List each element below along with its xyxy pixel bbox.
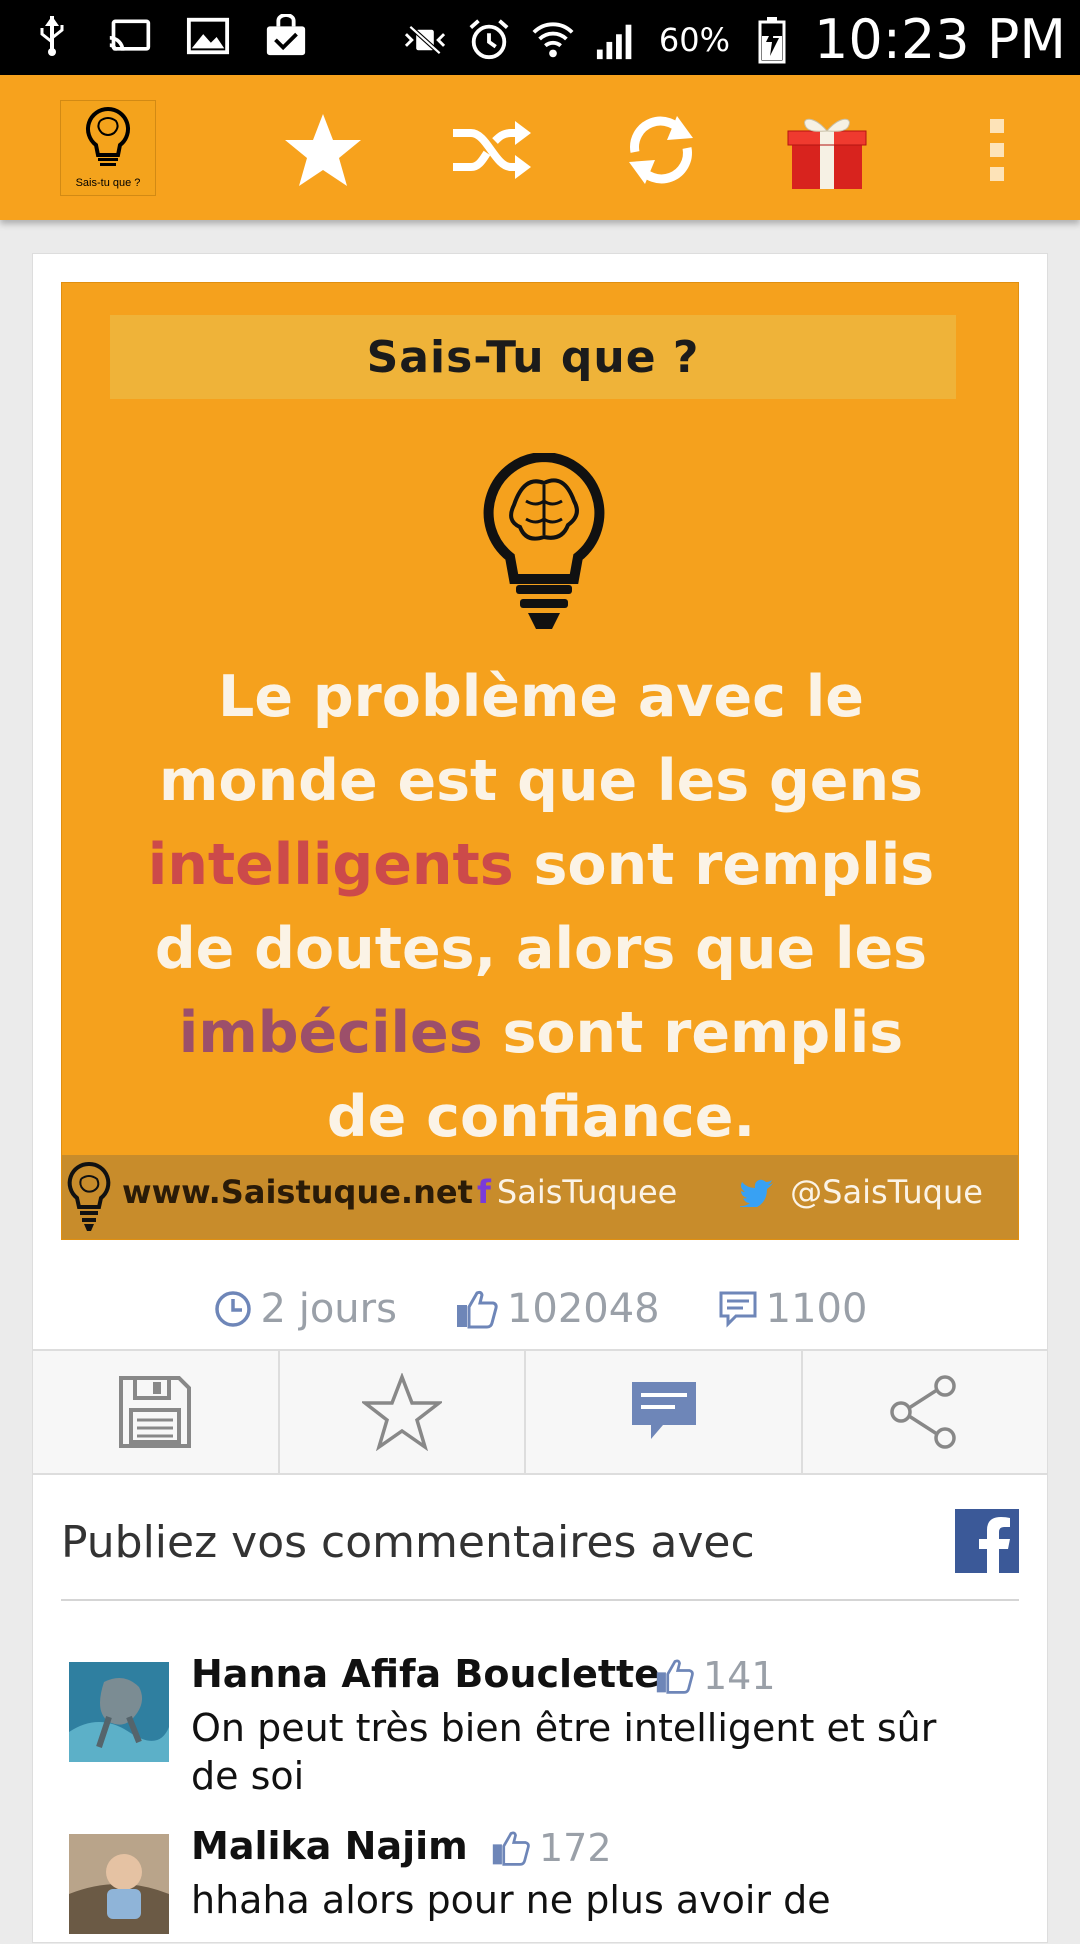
- save-button[interactable]: [33, 1351, 280, 1473]
- comment-icon: [631, 1382, 696, 1439]
- clock-icon: [214, 1291, 251, 1327]
- bag-check-icon: [264, 14, 308, 58]
- gift-icon: [787, 118, 867, 189]
- comments-heading: Publiez vos commentaires avec: [61, 1517, 755, 1568]
- post-card: Sais-Tu que ? Le problème avec le monde …: [32, 253, 1048, 1943]
- app-bar: Sais-tu que ?: [0, 75, 1080, 220]
- post-image[interactable]: Sais-Tu que ? Le problème avec le monde …: [61, 282, 1019, 1240]
- poster-quote: Le problème avec le monde est que les ge…: [82, 655, 1000, 1159]
- facebook-login-button[interactable]: [955, 1509, 1019, 1573]
- likes-stat[interactable]: 102048: [455, 1286, 660, 1332]
- shuffle-icon: [453, 121, 531, 179]
- poster-facebook: f SaisTuquee: [477, 1173, 677, 1211]
- share-icon: [890, 1375, 956, 1449]
- save-icon: [119, 1376, 192, 1448]
- poster-website: www.Saistuque.net: [122, 1173, 473, 1211]
- clock: 10:23 PM: [814, 8, 1066, 71]
- quote-text: sont remplis: [513, 832, 935, 898]
- battery-icon: [750, 16, 794, 63]
- mute-icon: [403, 18, 447, 62]
- comment-bubble-icon: [719, 1291, 757, 1328]
- comment-text: hhaha alors pour ne plus avoir de: [191, 1878, 831, 1922]
- comment-item: Malika Najim 172 hhaha alors pour ne plu…: [69, 1824, 999, 1944]
- lightbulb-brain-icon: [483, 453, 605, 629]
- avatar[interactable]: [69, 1834, 169, 1934]
- favorites-button[interactable]: [278, 105, 368, 195]
- quote-line: de confiance.: [326, 1084, 756, 1150]
- likes-count: 102048: [506, 1286, 660, 1332]
- alarm-icon: [467, 18, 511, 62]
- quote-line: monde est que les gens: [159, 748, 923, 814]
- comment-text: On peut très bien être intelligent et sû…: [191, 1706, 937, 1798]
- comment-likes[interactable]: 172: [491, 1826, 612, 1870]
- time-ago-stat: 2 jours: [213, 1286, 397, 1332]
- commenter-name[interactable]: Hanna Afifa Bouclette: [191, 1652, 660, 1696]
- usb-icon: [30, 14, 74, 58]
- commenter-name[interactable]: Malika Najim: [191, 1824, 468, 1868]
- time-ago: 2 jours: [260, 1286, 397, 1332]
- logo-caption: Sais-tu que ?: [75, 177, 141, 189]
- refresh-button[interactable]: [616, 105, 706, 195]
- comment-button[interactable]: [526, 1351, 804, 1473]
- image-icon: [186, 14, 230, 58]
- comment-item: Hanna Afifa Bouclette 141 On peut très b…: [69, 1652, 999, 1802]
- star-icon: [285, 114, 361, 186]
- quote-highlight: imbéciles: [178, 1000, 483, 1066]
- poster-title: Sais-Tu que ?: [366, 331, 700, 383]
- poster-footer: www.Saistuque.net f SaisTuquee @SaisTuque: [62, 1155, 1018, 1239]
- thumbs-up-icon: [456, 1290, 498, 1329]
- quote-line: intelligents sont remplis: [82, 823, 1000, 907]
- app-logo[interactable]: Sais-tu que ?: [60, 100, 156, 196]
- quote-highlight: intelligents: [147, 832, 514, 898]
- favorite-button[interactable]: [279, 1351, 527, 1473]
- twitter-bird-icon: [738, 1173, 784, 1211]
- post-stats: 2 jours 102048 1100: [33, 1269, 1047, 1349]
- facebook-icon: [979, 1517, 1010, 1573]
- avatar[interactable]: [69, 1662, 169, 1762]
- signal-icon: [595, 18, 639, 62]
- thumbs-up-icon: [656, 1659, 694, 1694]
- quote-text: sont remplis: [482, 1000, 904, 1066]
- status-bar: 60% 10:23 PM: [0, 0, 1080, 75]
- battery-percent: 60%: [658, 20, 731, 59]
- thumbs-up-icon: [492, 1831, 530, 1866]
- lightbulb-small-icon: [67, 1161, 111, 1231]
- poster-title-bar: Sais-Tu que ?: [110, 315, 956, 399]
- refresh-icon: [629, 116, 693, 184]
- quote-line: Le problème avec le: [218, 664, 864, 730]
- favorite-star-icon: [361, 1373, 442, 1451]
- quote-line: imbéciles sont remplis: [82, 991, 1000, 1075]
- comments-stat[interactable]: 1100: [718, 1286, 868, 1332]
- poster-facebook-handle: SaisTuquee: [496, 1173, 678, 1211]
- facebook-f-icon: f: [477, 1173, 491, 1211]
- poster-twitter: @SaisTuque: [738, 1173, 983, 1211]
- poster-twitter-handle: @SaisTuque: [790, 1173, 983, 1211]
- comment-likes-count: 172: [539, 1826, 612, 1870]
- comments-count: 1100: [765, 1286, 868, 1332]
- overflow-menu-button[interactable]: [952, 105, 1042, 195]
- cast-icon: [108, 14, 152, 58]
- comment-likes[interactable]: 141: [655, 1654, 776, 1698]
- comment-likes-count: 141: [703, 1654, 776, 1698]
- shuffle-button[interactable]: [446, 105, 536, 195]
- quote-line: de doutes, alors que les: [154, 916, 928, 982]
- wifi-icon: [531, 18, 575, 62]
- post-action-bar: [33, 1349, 1047, 1475]
- divider: [61, 1599, 1019, 1601]
- gift-button[interactable]: [782, 105, 872, 195]
- comments-header: Publiez vos commentaires avec: [61, 1499, 1019, 1589]
- lightbulb-logo-icon: [86, 106, 130, 166]
- more-icon: [990, 119, 1004, 181]
- share-button[interactable]: [803, 1351, 1047, 1473]
